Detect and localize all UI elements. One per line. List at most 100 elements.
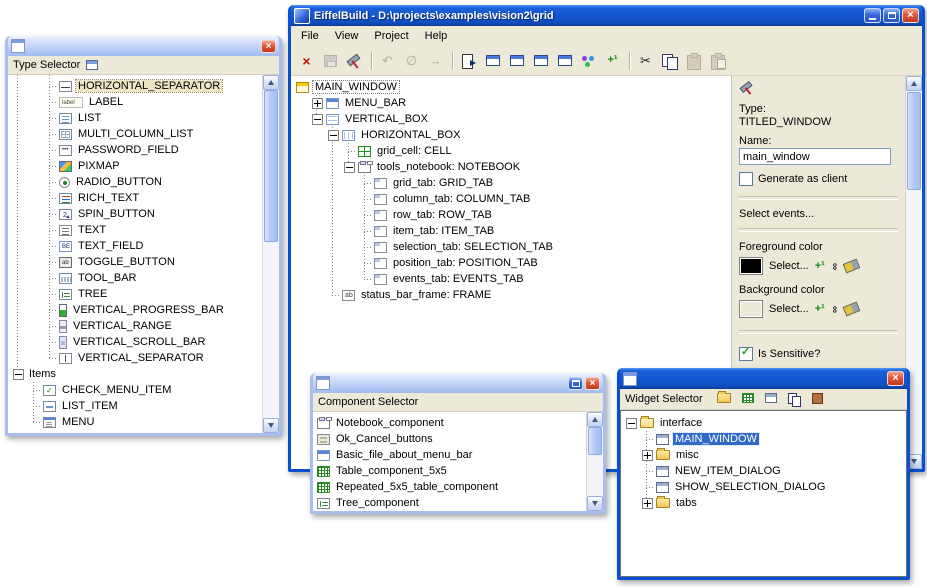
background-link-icon[interactable] (829, 305, 840, 312)
tree-item[interactable]: tools_notebook: NOTEBOOK (291, 159, 731, 175)
type-item[interactable]: VERTICAL_SEPARATOR (8, 350, 262, 366)
background-add-constant-icon[interactable] (815, 303, 825, 315)
tree-item[interactable]: MAIN_WINDOW (291, 79, 731, 95)
tree-item[interactable]: events_tab: EVENTS_TAB (291, 271, 731, 287)
menu-item[interactable]: File (293, 27, 327, 45)
cut-icon[interactable]: ✂ (634, 50, 657, 72)
separator-icon[interactable] (625, 50, 633, 72)
menu-item[interactable]: Help (417, 27, 456, 45)
add-window-icon[interactable] (765, 393, 777, 403)
type-selector-titlebar[interactable]: × (8, 36, 279, 56)
type-item[interactable]: TOGGLE_BUTTON (8, 254, 262, 270)
type-item[interactable]: CHECK_MENU_ITEM (8, 382, 262, 398)
events-icon[interactable] (577, 50, 600, 72)
type-item[interactable]: LABEL (8, 94, 262, 110)
undo-icon[interactable]: ↶ (376, 50, 399, 72)
type-selector-scrollbar[interactable] (262, 75, 279, 433)
save-icon[interactable] (319, 50, 342, 72)
copy-icon[interactable] (658, 50, 681, 72)
tree-item[interactable]: tabs (621, 495, 906, 511)
menu-item[interactable]: Project (366, 27, 416, 45)
type-item[interactable]: VERTICAL_RANGE (8, 318, 262, 334)
separator-icon[interactable] (448, 50, 456, 72)
scroll-thumb[interactable] (588, 427, 602, 455)
minimize-button[interactable] (864, 8, 881, 23)
close-button[interactable]: × (585, 377, 600, 390)
type-item[interactable]: TEXT_FIELD (8, 238, 262, 254)
name-input[interactable] (739, 148, 891, 165)
component-selector-scrollbar[interactable] (586, 412, 603, 511)
separator-icon[interactable] (367, 50, 375, 72)
type-item[interactable]: LIST (8, 110, 262, 126)
add-component-icon[interactable] (742, 393, 754, 403)
tree-item[interactable]: row_tab: ROW_TAB (291, 207, 731, 223)
delete-widget-icon[interactable] (812, 393, 823, 404)
background-reset-icon[interactable] (843, 302, 861, 317)
close-button[interactable]: × (261, 40, 276, 53)
component-item[interactable]: Basic_file_about_menu_bar (313, 447, 586, 463)
foreground-color-swatch[interactable] (739, 257, 763, 275)
scroll-up-button[interactable] (263, 75, 279, 90)
items-group-node[interactable]: Items (8, 366, 262, 382)
type-item[interactable]: HORIZONTAL_SEPARATOR (8, 78, 262, 94)
type-item[interactable]: SPIN_BUTTON (8, 206, 262, 222)
scroll-up-button[interactable] (906, 76, 922, 91)
component-item[interactable]: Repeated_5x5_table_component (313, 479, 586, 495)
type-item[interactable]: PASSWORD_FIELD (8, 142, 262, 158)
tree-item[interactable]: MENU_BAR (291, 95, 731, 111)
tree-item[interactable]: column_tab: COLUMN_TAB (291, 191, 731, 207)
expander-icon[interactable] (13, 369, 24, 380)
type-item[interactable]: VERTICAL_PROGRESS_BAR (8, 302, 262, 318)
tree-item[interactable]: interface (621, 415, 906, 431)
tree-item[interactable]: status_bar_frame: FRAME (291, 287, 731, 303)
tree-item[interactable]: HORIZONTAL_BOX (291, 127, 731, 143)
scroll-down-button[interactable] (587, 496, 603, 511)
background-select-link[interactable]: Select... (769, 303, 809, 315)
type-item[interactable]: TEXT (8, 222, 262, 238)
tree-item[interactable]: selection_tab: SELECTION_TAB (291, 239, 731, 255)
widget-selector-titlebar[interactable]: × (620, 368, 907, 389)
scroll-thumb[interactable] (264, 90, 278, 242)
type-item[interactable]: RICH_TEXT (8, 190, 262, 206)
main-titlebar[interactable]: EiffelBuild - D:\projects\examples\visio… (291, 5, 922, 26)
layout-window-icon[interactable] (553, 50, 576, 72)
foreground-add-constant-icon[interactable] (815, 260, 825, 272)
expander-icon[interactable] (626, 418, 637, 429)
background-color-swatch[interactable] (739, 300, 763, 318)
type-selector-window-icon[interactable] (481, 50, 504, 72)
select-events-link[interactable]: Select events... (739, 208, 898, 220)
expander-icon[interactable] (344, 162, 355, 173)
maximize-button[interactable] (568, 377, 583, 390)
copy-component-icon[interactable] (788, 393, 801, 405)
tree-item[interactable]: SHOW_SELECTION_DIALOG (621, 479, 906, 495)
component-item[interactable]: Notebook_component (313, 415, 586, 431)
type-item[interactable]: MENU (8, 414, 262, 430)
widget-selector-window-icon[interactable] (529, 50, 552, 72)
build-icon[interactable] (343, 50, 366, 72)
tree-item[interactable]: misc (621, 447, 906, 463)
foreground-link-icon[interactable] (829, 262, 840, 269)
close-button[interactable]: × (887, 371, 904, 386)
tree-item[interactable]: MAIN_WINDOW (621, 431, 906, 447)
tree-item[interactable]: VERTICAL_BOX (291, 111, 731, 127)
component-item[interactable]: Ok_Cancel_buttons (313, 431, 586, 447)
clear-icon[interactable]: ∅ (400, 50, 423, 72)
tree-item[interactable]: position_tab: POSITION_TAB (291, 255, 731, 271)
component-item[interactable]: Table_component_5x5 (313, 463, 586, 479)
component-item[interactable]: Tree_component (313, 495, 586, 511)
add-one-icon[interactable]: +¹ (601, 50, 624, 72)
foreground-reset-icon[interactable] (843, 259, 861, 274)
component-selector-titlebar[interactable]: × (313, 373, 603, 393)
type-item[interactable]: PIXMAP (8, 158, 262, 174)
close-button[interactable]: × (902, 8, 919, 23)
component-selector-window-icon[interactable] (505, 50, 528, 72)
expander-icon[interactable] (642, 450, 653, 461)
tree-item[interactable]: grid_tab: GRID_TAB (291, 175, 731, 191)
menu-item[interactable]: View (327, 27, 367, 45)
expander-icon[interactable] (312, 98, 323, 109)
is-sensitive-checkbox[interactable] (739, 347, 753, 361)
type-item[interactable]: MULTI_COLUMN_LIST (8, 126, 262, 142)
tree-item[interactable]: item_tab: ITEM_TAB (291, 223, 731, 239)
paste-special-icon[interactable] (706, 50, 729, 72)
paste-icon[interactable] (682, 50, 705, 72)
